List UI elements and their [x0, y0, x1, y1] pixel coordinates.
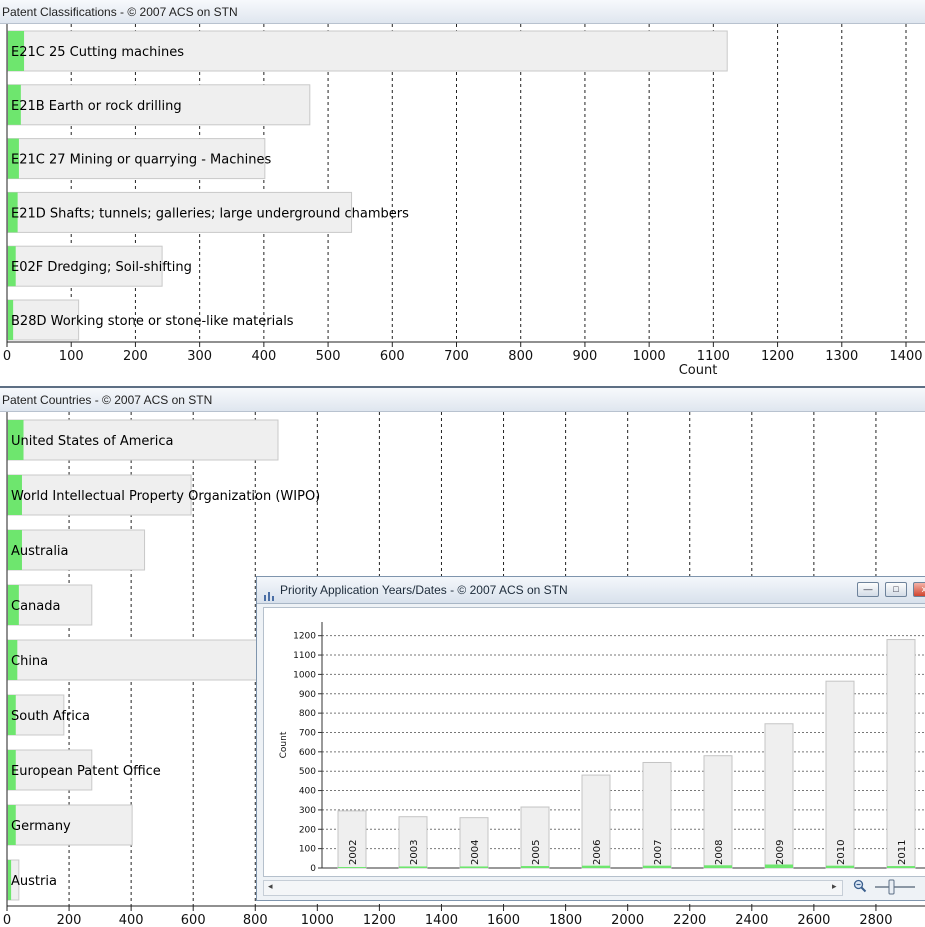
- category-label: 2008: [714, 840, 725, 865]
- x-tick-label: 100: [59, 349, 84, 364]
- x-tick-label: 2800: [859, 913, 892, 927]
- x-tick-label: 1600: [487, 913, 520, 927]
- category-label: Austria: [11, 874, 57, 889]
- y-tick-label: 1200: [293, 632, 316, 642]
- category-label: World Intellectual Property Organization…: [11, 489, 320, 504]
- y-axis-label: Count: [279, 731, 289, 758]
- priority-window-title: Priority Application Years/Dates - © 200…: [280, 583, 568, 597]
- bar-highlight: [887, 866, 915, 868]
- category-label: 2010: [836, 840, 847, 865]
- classifications-panel-title: Patent Classifications - © 2007 ACS on S…: [0, 0, 925, 24]
- x-tick-label: 1800: [549, 913, 582, 927]
- category-label: 2011: [897, 840, 908, 865]
- bar-highlight: [826, 865, 854, 868]
- minimize-button[interactable]: —: [857, 582, 879, 597]
- category-label: South Africa: [11, 709, 90, 724]
- category-label: B28D Working stone or stone-like materia…: [11, 314, 294, 329]
- y-tick-label: 1100: [293, 651, 316, 661]
- category-label: E02F Dredging; Soil-shifting: [11, 260, 192, 275]
- category-label: United States of America: [11, 434, 173, 449]
- x-tick-label: 300: [187, 349, 212, 364]
- x-tick-label: 600: [380, 349, 405, 364]
- x-tick-label: 1000: [633, 349, 666, 364]
- y-tick-label: 1000: [293, 670, 316, 680]
- zoom-slider[interactable]: [873, 879, 917, 895]
- category-label: China: [11, 654, 48, 669]
- y-tick-label: 200: [299, 825, 316, 835]
- bar: [886, 639, 916, 869]
- x-tick-label: 700: [444, 349, 469, 364]
- x-tick-label: 800: [243, 913, 268, 927]
- category-label: 2005: [531, 840, 542, 865]
- category-label: European Patent Office: [11, 764, 161, 779]
- x-tick-label: 200: [57, 913, 82, 927]
- countries-panel-title: Patent Countries - © 2007 ACS on STN: [0, 388, 925, 412]
- scroll-right-icon[interactable]: ▸: [832, 882, 837, 892]
- priority-years-chart: 0 100 200 300 400 500 600 700 800 900 1000 1100 1200…: [279, 622, 925, 874]
- classifications-panel: Patent Classifications - © 2007 ACS on S…: [0, 0, 925, 386]
- y-tick-label: 0: [310, 864, 316, 874]
- x-tick-label: 1200: [761, 349, 794, 364]
- x-tick-label: 800: [508, 349, 533, 364]
- x-tick-label: 2400: [735, 913, 768, 927]
- category-label: E21B Earth or rock drilling: [11, 99, 182, 114]
- y-tick-label: 500: [299, 767, 316, 777]
- x-tick-label: 1200: [363, 913, 396, 927]
- x-tick-label: 1400: [425, 913, 458, 927]
- category-label: 2009: [775, 840, 786, 865]
- x-tick-label: 0: [3, 913, 11, 927]
- category-label: 2006: [592, 840, 603, 865]
- bar-highlight: [460, 866, 488, 868]
- x-tick-label: 2000: [611, 913, 644, 927]
- x-tick-label: 900: [573, 349, 598, 364]
- y-tick-label: 600: [299, 748, 316, 758]
- x-tick-label: 1400: [889, 349, 922, 364]
- x-tick-label: 0: [3, 349, 11, 364]
- category-label: E21C 25 Cutting machines: [11, 45, 184, 60]
- priority-years-window[interactable]: Priority Application Years/Dates - © 200…: [256, 576, 925, 901]
- y-tick-label: 900: [299, 690, 316, 700]
- x-axis-label: Count: [679, 363, 718, 378]
- x-tick-label: 2200: [673, 913, 706, 927]
- x-tick-label: 500: [316, 349, 341, 364]
- bar-highlight: [338, 867, 366, 868]
- category-label: 2004: [470, 840, 481, 865]
- category-label: E21D Shafts; tunnels; galleries; large u…: [11, 206, 409, 221]
- bar-highlight: [582, 865, 610, 868]
- y-tick-label: 700: [299, 728, 316, 738]
- category-label: E21C 27 Mining or quarrying - Machines: [11, 153, 271, 168]
- priority-plot-area: 0 100 200 300 400 500 600 700 800 900 1000 1100 1200…: [263, 607, 925, 877]
- y-tick-label: 400: [299, 787, 316, 797]
- category-label: Australia: [11, 544, 69, 559]
- bar-highlight: [399, 866, 427, 868]
- y-tick-label: 100: [299, 845, 316, 855]
- horizontal-scrollbar[interactable]: ◂ ▸: [263, 880, 843, 896]
- category-label: Canada: [11, 599, 60, 614]
- category-label: Germany: [11, 819, 71, 834]
- y-tick-label: 800: [299, 709, 316, 719]
- bar-highlight: [521, 866, 549, 868]
- x-tick-label: 400: [251, 349, 276, 364]
- x-tick-label: 200: [123, 349, 148, 364]
- maximize-button[interactable]: □: [885, 582, 907, 597]
- x-tick-label: 2600: [797, 913, 830, 927]
- x-tick-label: 1100: [697, 349, 730, 364]
- x-tick-label: 600: [181, 913, 206, 927]
- y-tick-label: 300: [299, 806, 316, 816]
- scroll-left-icon[interactable]: ◂: [268, 882, 273, 892]
- chart-window-icon: [263, 584, 275, 601]
- category-label: 2007: [653, 840, 664, 865]
- bar-highlight: [643, 865, 671, 868]
- x-tick-label: 1300: [825, 349, 858, 364]
- classifications-chart: 0 100 200 300 400 500 600 700 800 900 1000 1100 1200…: [3, 24, 925, 378]
- priority-window-titlebar[interactable]: Priority Application Years/Dates - © 200…: [257, 577, 925, 604]
- category-label: 2002: [348, 840, 359, 865]
- category-label: 2003: [409, 840, 420, 865]
- zoom-out-icon[interactable]: [853, 878, 867, 893]
- close-button[interactable]: x: [913, 582, 925, 597]
- x-tick-label: 400: [119, 913, 144, 927]
- x-tick-label: 1000: [301, 913, 334, 927]
